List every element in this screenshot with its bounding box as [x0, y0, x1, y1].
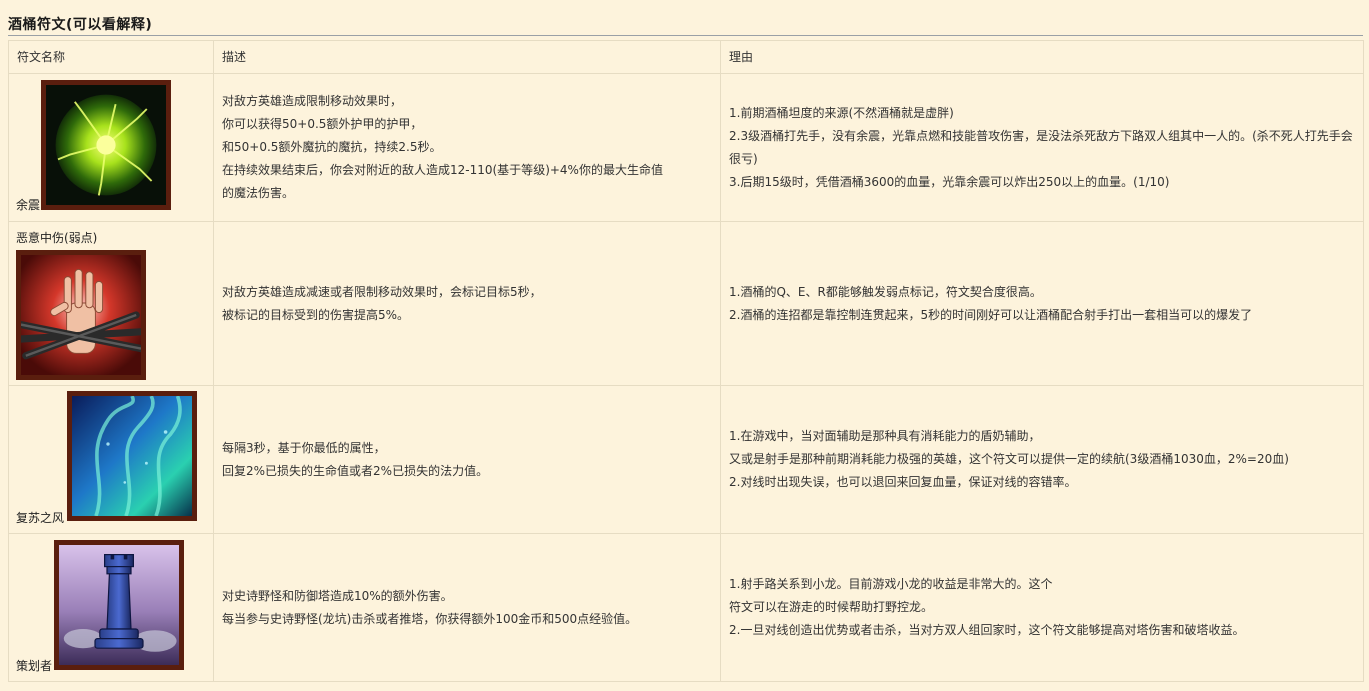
reason-line: 2.一旦对线创造出优势或者击杀，当对方双人组回家时，这个符文能够提高对塔伤害和破… — [729, 623, 1245, 637]
header-description: 描述 — [213, 40, 721, 74]
rune-reason: 1.酒桶的Q、E、R都能够触发弱点标记，符文契合度很高。 2.酒桶的连招都是靠控… — [720, 221, 1364, 386]
description-line: 对史诗野怪和防御塔造成10%的额外伤害。 — [222, 588, 453, 603]
description-line: 和50+0.5额外魔抗的魔抗，持续2.5秒。 — [222, 140, 442, 154]
description-line: 对敌方英雄造成限制移动效果时， — [222, 94, 403, 108]
table-row: 余震 对敌方英雄造成限制移动效果时， 你可以获得50+0.5额外护甲的护甲， 和… — [8, 73, 1364, 222]
rune-reason: 1.前期酒桶坦度的来源(不然酒桶就是虚胖) 2.3级酒桶打先手，没有余震，光靠点… — [720, 73, 1364, 222]
rune-name-cell: 恶意中伤(弱点) — [8, 221, 214, 386]
cheap-shot-hand-icon — [16, 250, 146, 380]
description-line: 每当参与史诗野怪(龙坑)击杀或者推塔，你获得额外100金币和500点经验值。 — [222, 611, 638, 626]
header-reason: 理由 — [720, 40, 1364, 74]
rune-name: 恶意中伤(弱点) — [16, 231, 98, 245]
rune-description: 对敌方英雄造成减速或者限制移动效果时，会标记目标5秒， 被标记的目标受到的伤害提… — [213, 221, 721, 386]
chess-rook-icon — [54, 540, 184, 670]
description-line: 对敌方英雄造成减速或者限制移动效果时，会标记目标5秒， — [222, 284, 542, 299]
rune-name-cell: 策划者 — [8, 533, 214, 682]
rune-name: 复苏之风 — [16, 511, 65, 525]
rune-reason: 1.在游戏中，当对面辅助是那种具有消耗能力的盾奶辅助， 又或是射手是那种前期消耗… — [720, 385, 1364, 534]
reason-line: 符文可以在游走的时候帮助打野控龙。 — [729, 600, 934, 614]
rune-name: 策划者 — [16, 659, 53, 673]
section-title: 酒桶符文(可以看解释) — [8, 0, 1363, 36]
description-line: 被标记的目标受到的伤害提高5%。 — [222, 307, 410, 322]
reason-line: 2.3级酒桶打先手，没有余震，光靠点燃和技能普攻伤害，是没法杀死敌方下路双人组其… — [729, 128, 1353, 166]
reason-line: 1.酒桶的Q、E、R都能够触发弱点标记，符文契合度很高。 — [729, 284, 1042, 299]
reason-line: 3.后期15级时，凭借酒桶3600的血量，光靠余震可以炸出250以上的血量。(1… — [729, 174, 1170, 189]
aftershock-icon — [41, 80, 171, 210]
rune-table: 符文名称 描述 理由 余震 对敌方英雄造成限制移动效果时， 你可以获得50+0.… — [8, 40, 1364, 682]
reason-line: 1.在游戏中，当对面辅助是那种具有消耗能力的盾奶辅助， — [729, 429, 1041, 443]
rune-reason: 1.射手路关系到小龙。目前游戏小龙的收益是非常大的。这个 符文可以在游走的时候帮… — [720, 533, 1364, 682]
header-rune-name: 符文名称 — [8, 40, 214, 74]
table-header-row: 符文名称 描述 理由 — [8, 40, 1364, 74]
rune-description: 对史诗野怪和防御塔造成10%的额外伤害。 每当参与史诗野怪(龙坑)击杀或者推塔，… — [213, 533, 721, 682]
description-line: 回复2%已损失的生命值或者2%已损失的法力值。 — [222, 463, 489, 478]
reason-line: 1.射手路关系到小龙。目前游戏小龙的收益是非常大的。这个 — [729, 577, 1053, 591]
reason-line: 1.前期酒桶坦度的来源(不然酒桶就是虚胖) — [729, 105, 954, 120]
table-row: 恶意中伤(弱点) 对敌方英雄造成减速或者限制移动效果时，会标记目标5秒， 被标记… — [8, 221, 1364, 386]
reason-line: 2.对线时出现失误，也可以退回来回复血量，保证对线的容错率。 — [729, 475, 1077, 489]
rune-name-cell: 复苏之风 — [8, 385, 214, 534]
revitalize-wind-icon — [67, 391, 197, 521]
page: 酒桶符文(可以看解释) 符文名称 描述 理由 余震 对敌方英雄造成限制移动效果时… — [0, 0, 1369, 691]
table-row: 复苏之风 每隔3秒，基于你最低的属性， 回复2%已损失的生命值或者2%已损失的法… — [8, 385, 1364, 534]
rune-name-cell: 余震 — [8, 73, 214, 222]
description-line: 的魔法伤害。 — [222, 186, 295, 200]
reason-line: 2.酒桶的连招都是靠控制连贯起来，5秒的时间刚好可以让酒桶配合射手打出一套相当可… — [729, 307, 1253, 322]
rune-description: 对敌方英雄造成限制移动效果时， 你可以获得50+0.5额外护甲的护甲， 和50+… — [213, 73, 721, 222]
description-line: 每隔3秒，基于你最低的属性， — [222, 440, 386, 455]
rune-description: 每隔3秒，基于你最低的属性， 回复2%已损失的生命值或者2%已损失的法力值。 — [213, 385, 721, 534]
rune-name: 余震 — [16, 198, 41, 212]
reason-line: 又或是射手是那种前期消耗能力极强的英雄，这个符文可以提供一定的续航(3级酒桶10… — [729, 452, 1289, 466]
table-row: 策划者 对史诗野怪和防御塔造成10%的额外伤害。 每当参与史诗野怪(龙坑)击杀或… — [8, 533, 1364, 682]
description-line: 你可以获得50+0.5额外护甲的护甲， — [222, 117, 423, 131]
description-line: 在持续效果结束后，你会对附近的敌人造成12-110(基于等级)+4%你的最大生命… — [222, 163, 663, 177]
